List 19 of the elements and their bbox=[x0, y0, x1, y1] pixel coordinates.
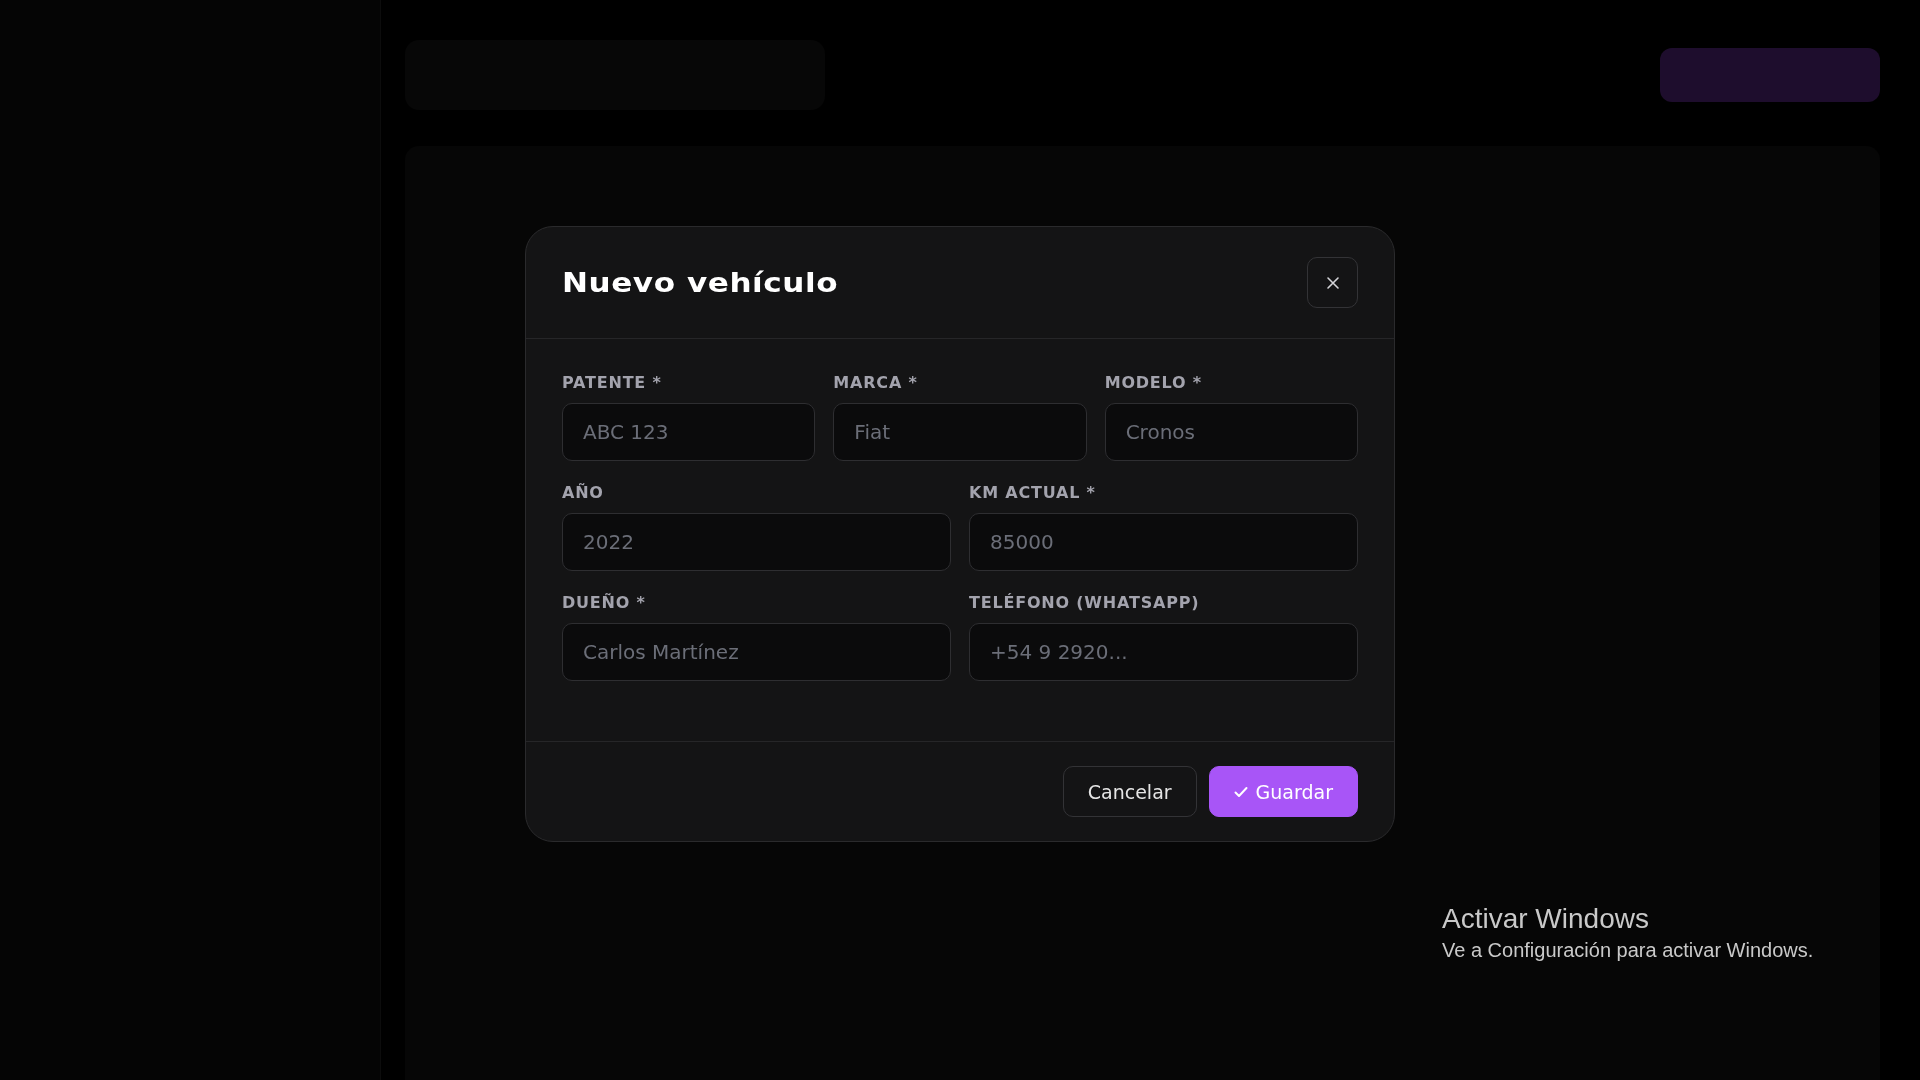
input-field[interactable]: ABC 123 bbox=[562, 403, 816, 461]
activation-text: Ve a Configuración para activar Windows. bbox=[1442, 939, 1814, 962]
save-button[interactable]: Guardar bbox=[1208, 766, 1358, 817]
field-label: AÑO bbox=[562, 483, 605, 502]
input-field[interactable]: 2022 bbox=[562, 513, 951, 571]
dialog-title: Nuevo vehículo bbox=[562, 267, 839, 298]
input-field[interactable]: 85000 bbox=[969, 513, 1358, 571]
input-field[interactable]: Cronos bbox=[1104, 403, 1358, 461]
input-field[interactable]: Carlos Martínez bbox=[562, 623, 951, 681]
field-label: TELÉFONO (WHATSAPP) bbox=[969, 593, 1201, 612]
field-label: KM ACTUAL * bbox=[969, 483, 1097, 502]
cancel-button[interactable]: Cancelar bbox=[1062, 766, 1197, 817]
activation-title: Activar Windows bbox=[1442, 903, 1650, 935]
field-label: MODELO * bbox=[1104, 373, 1203, 392]
input-field[interactable]: Fiat bbox=[833, 403, 1087, 461]
field-label: DUEÑO * bbox=[562, 593, 647, 612]
field-label: PATENTE * bbox=[562, 373, 663, 392]
input-field[interactable]: +54 9 2920... bbox=[969, 623, 1358, 681]
field-label: MARCA * bbox=[833, 373, 919, 392]
